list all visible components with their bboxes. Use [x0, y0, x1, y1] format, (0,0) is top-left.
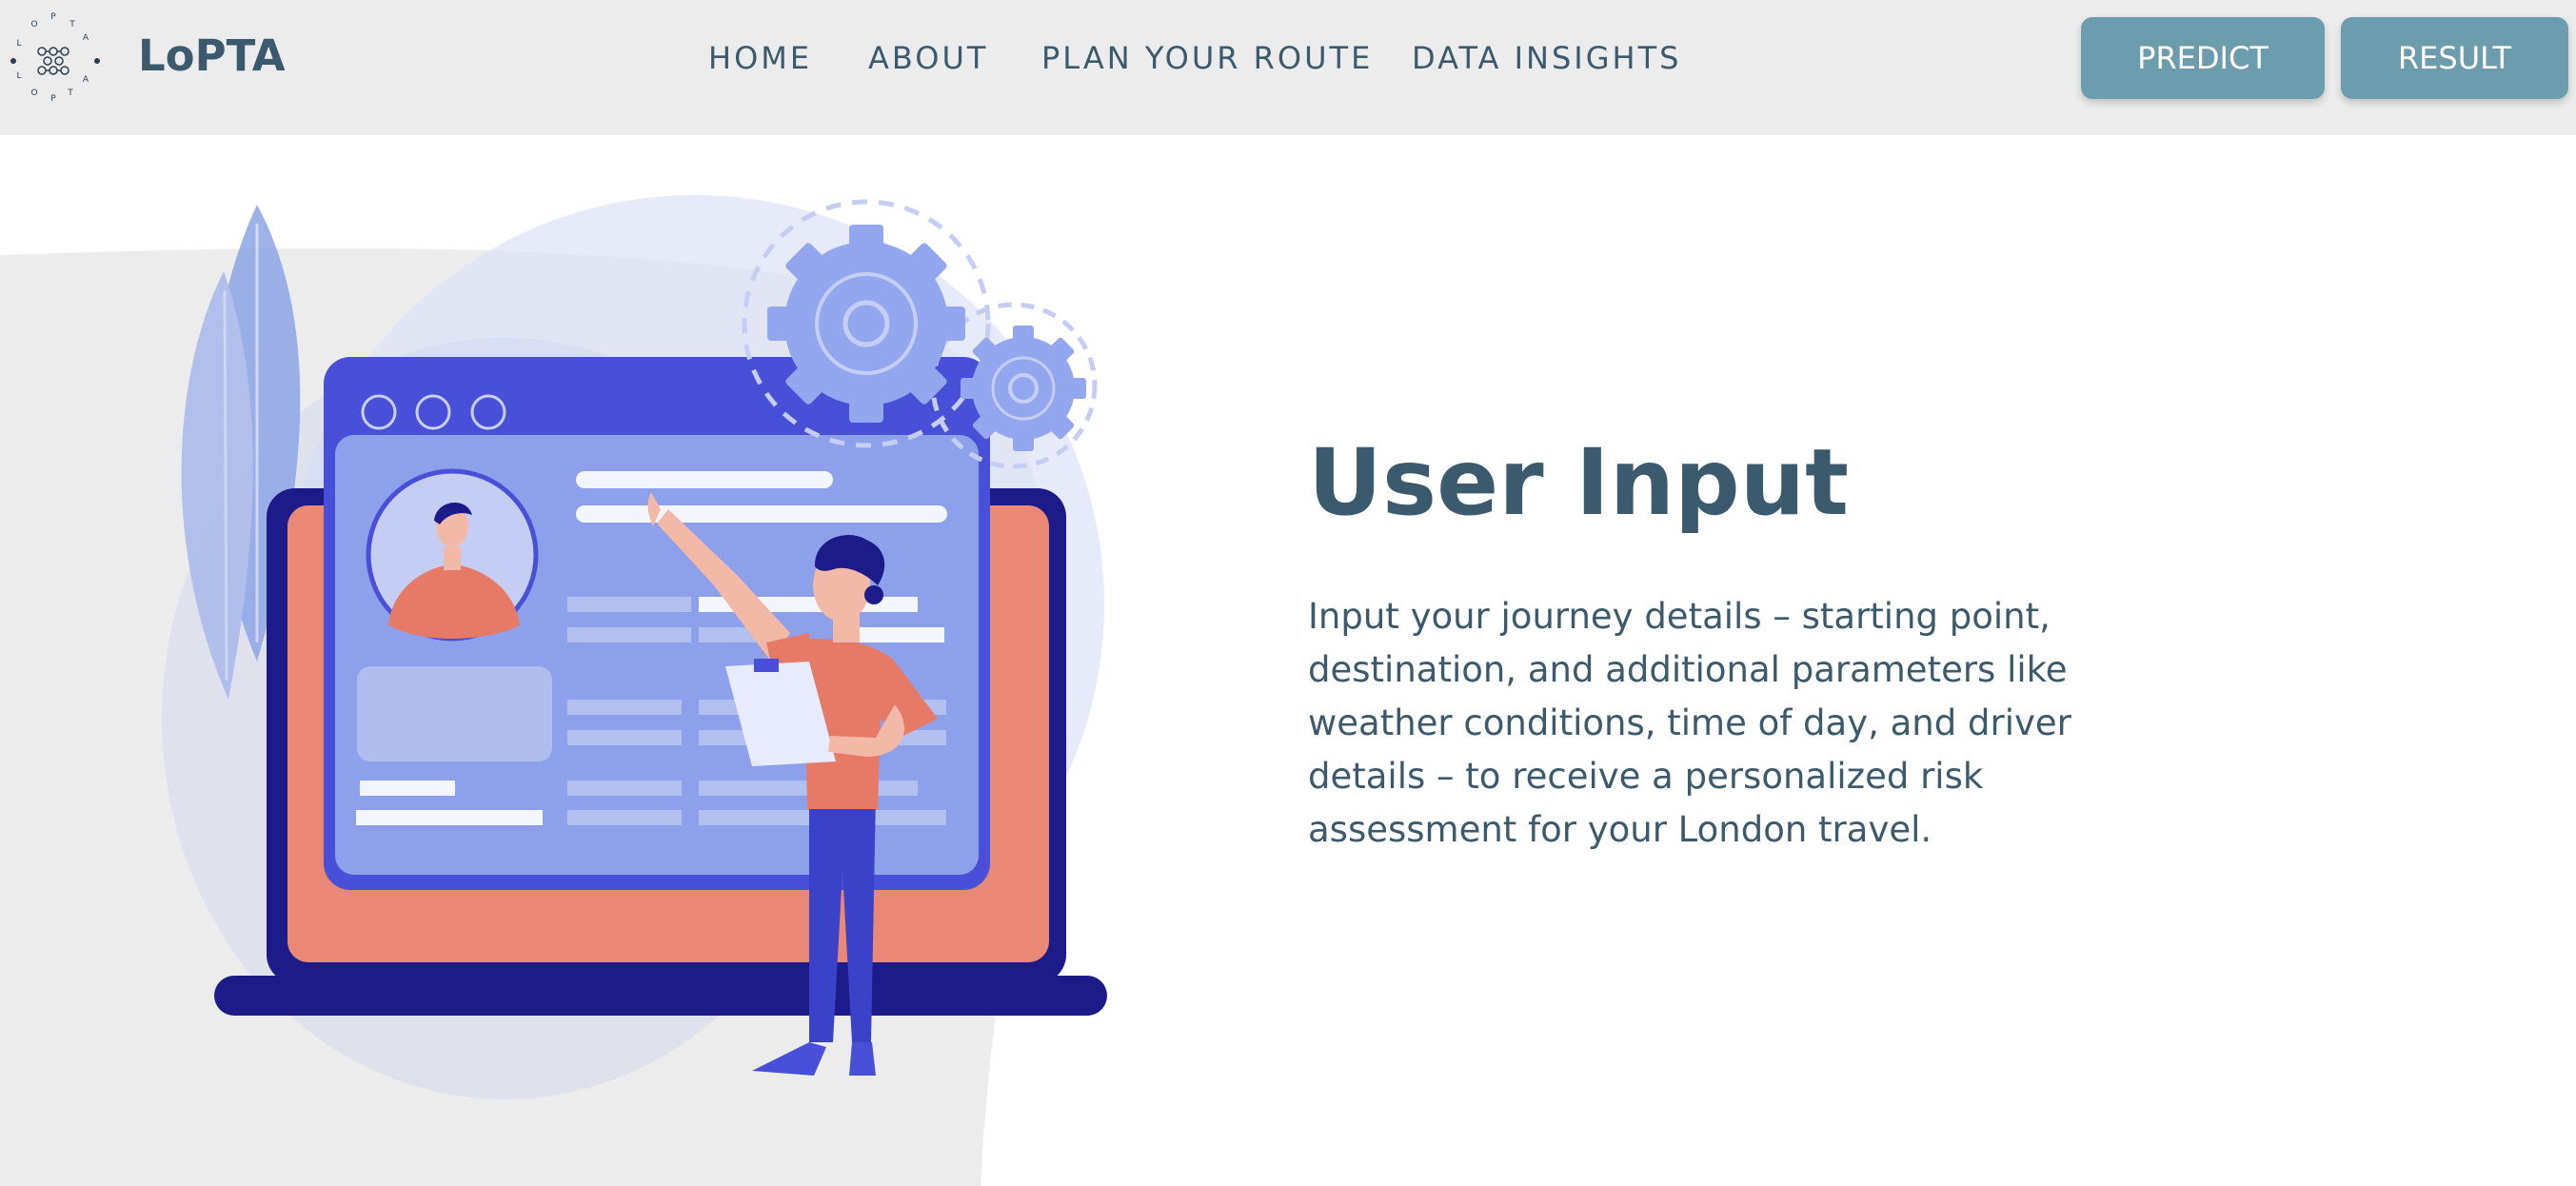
page-title: User Input	[1308, 429, 1849, 536]
nav-home[interactable]: HOME	[708, 40, 812, 76]
nav-plan-your-route[interactable]: PLAN YOUR ROUTE	[1041, 40, 1373, 76]
logo-letter: O	[30, 89, 37, 98]
brand-name[interactable]: LoPTA	[138, 30, 286, 81]
logo-letter: L	[16, 39, 21, 49]
logo-letter: T	[69, 20, 75, 30]
user-input-illustration	[162, 195, 1107, 1099]
navbar: P T A O P T A L O L LoPTA HOME ABOUT PLA…	[0, 0, 2576, 135]
predict-button[interactable]: PREDICT	[2081, 17, 2325, 99]
logo-letter: T	[67, 89, 73, 98]
logo-letter: O	[30, 20, 37, 30]
logo-letter: A	[83, 33, 89, 43]
nav-data-insights[interactable]: DATA INSIGHTS	[1412, 40, 1681, 76]
logo-icon[interactable]: P T A O P T A L O L	[6, 8, 101, 103]
logo-letter: P	[50, 94, 56, 103]
nav-about[interactable]: ABOUT	[868, 40, 988, 76]
page-description: Input your journey details – starting po…	[1308, 596, 2071, 850]
logo-letter: A	[83, 75, 89, 85]
logo-letter: L	[16, 71, 21, 81]
result-button[interactable]: RESULT	[2341, 17, 2568, 99]
browser-window-illustration	[324, 357, 990, 890]
logo-letter: P	[50, 12, 56, 22]
